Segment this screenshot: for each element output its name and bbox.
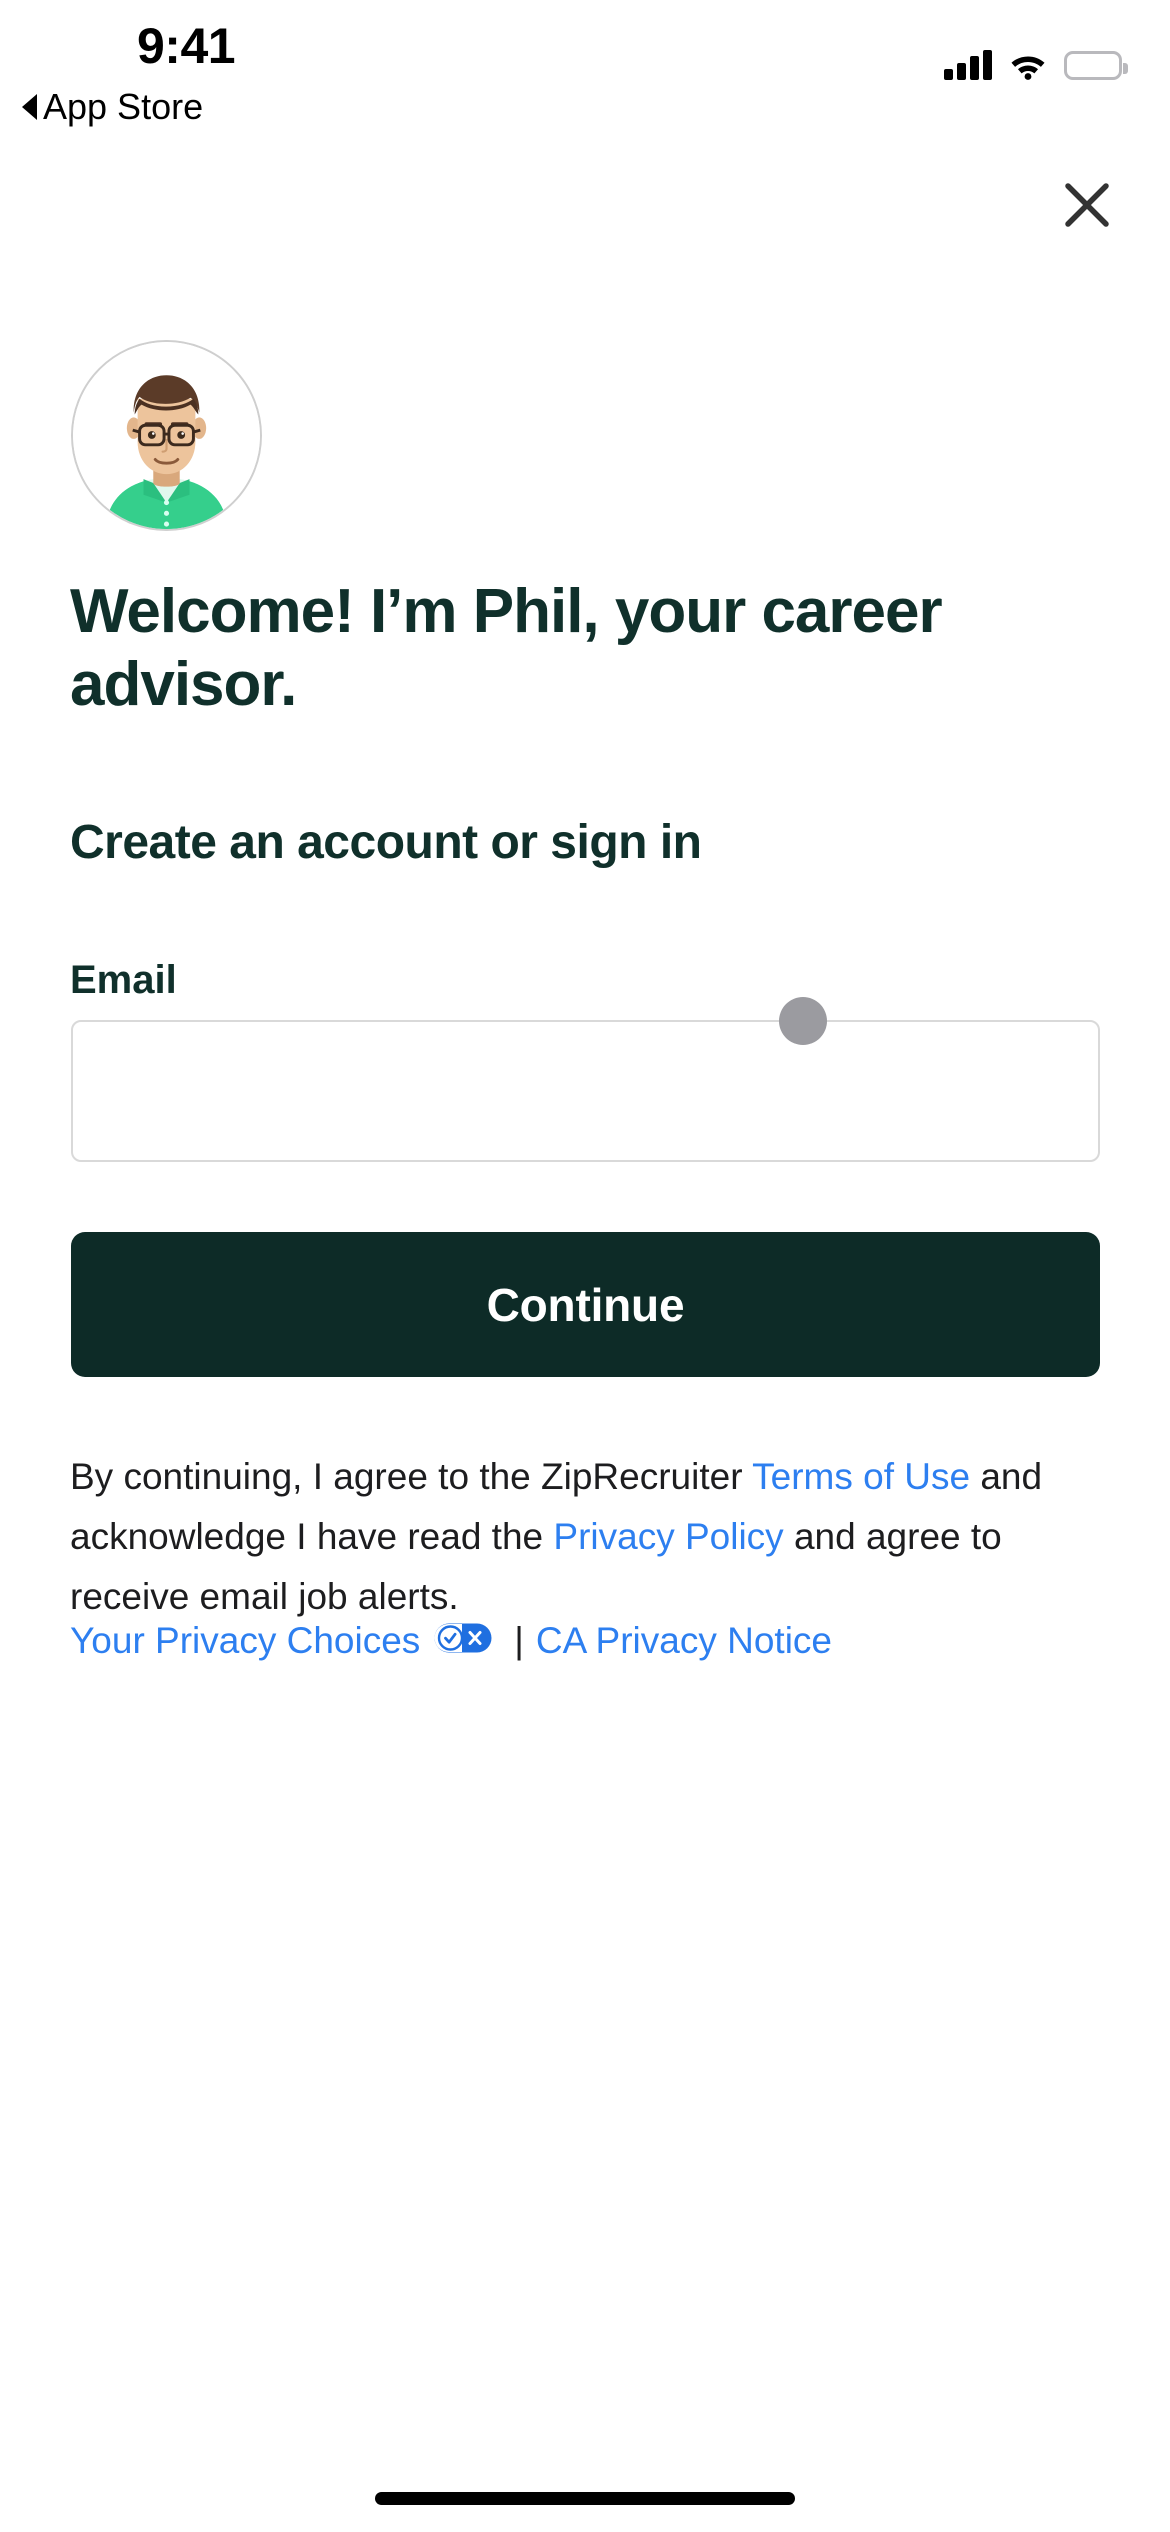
continue-button[interactable]: Continue [71, 1232, 1100, 1377]
touch-cursor-indicator [779, 997, 827, 1045]
back-to-app-store[interactable]: App Store [22, 86, 203, 128]
page-title: Welcome! I’m Phil, your career advisor. [70, 577, 943, 720]
email-input[interactable] [71, 1020, 1100, 1162]
legal-text-part1: By continuing, I agree to the ZipRecruit… [70, 1456, 753, 1497]
home-indicator[interactable] [375, 2492, 795, 2505]
ca-privacy-notice-link[interactable]: CA Privacy Notice [536, 1622, 832, 1659]
avatar [71, 340, 262, 531]
close-icon [1065, 183, 1109, 227]
wifi-icon [1008, 50, 1048, 80]
back-triangle-icon [22, 94, 37, 120]
your-privacy-choices-link[interactable]: Your Privacy Choices [70, 1622, 420, 1659]
legal-disclaimer: By continuing, I agree to the ZipRecruit… [70, 1447, 1100, 1627]
app-screen: 9:41 App Store Welcome! I’m Phil, your c… [0, 0, 1170, 2532]
page-subtitle: Create an account or sign in [70, 816, 702, 869]
battery-icon [1064, 51, 1128, 80]
status-bar-time: 9:41 [137, 18, 236, 74]
privacy-policy-link[interactable]: Privacy Policy [553, 1516, 783, 1557]
phil-avatar-illustration [73, 342, 260, 529]
privacy-links-row: Your Privacy Choices | CA Privacy Notice [70, 1622, 832, 1659]
status-bar: 9:41 App Store [0, 0, 1170, 140]
status-bar-indicators [944, 46, 1128, 80]
close-button[interactable] [1052, 170, 1122, 240]
back-label: App Store [43, 86, 204, 127]
email-label: Email [70, 958, 177, 1002]
privacy-options-toggle-icon[interactable] [434, 1622, 492, 1659]
privacy-links-separator: | [514, 1620, 524, 1661]
cellular-signal-icon [944, 50, 992, 80]
terms-of-use-link[interactable]: Terms of Use [752, 1456, 970, 1497]
